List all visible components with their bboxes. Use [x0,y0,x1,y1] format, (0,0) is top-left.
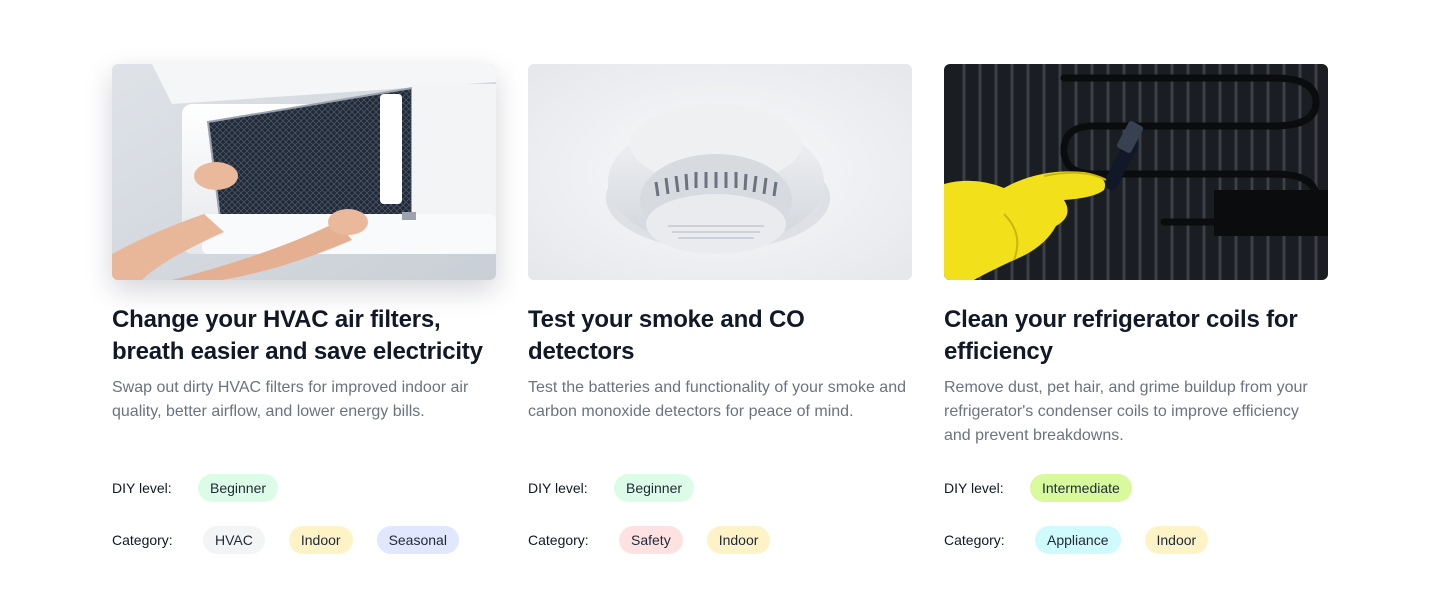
task-card-smoke-detector[interactable]: Test your smoke and CO detectors Test th… [528,64,912,554]
category-tag[interactable]: Indoor [706,526,771,554]
card-description: Remove dust, pet hair, and grime buildup… [944,379,1308,444]
category-tag[interactable]: Safety [619,526,683,554]
hvac-filter-image[interactable] [112,64,496,280]
category-row: Category: HVAC Indoor Seasonal [112,526,496,554]
category-tag[interactable]: Indoor [288,526,353,554]
category-label: Category: [944,532,1005,548]
category-label: Category: [112,532,173,548]
task-card-hvac[interactable]: Change your HVAC air filters, breath eas… [112,64,496,554]
diy-level-row: DIY level: Beginner [112,474,496,502]
diy-level-badge: Beginner [614,474,695,502]
card-title: Clean your refrigerator coils for effici… [944,306,1298,365]
category-tag[interactable]: Indoor [1144,526,1209,554]
card-description: Test the batteries and functionality of … [528,379,906,420]
card-title: Test your smoke and CO detectors [528,306,805,365]
category-tag[interactable]: Seasonal [376,526,459,554]
smoke-detector-image[interactable] [528,64,912,280]
category-row: Category: Safety Indoor [528,526,912,554]
task-card-list: Change your HVAC air filters, breath eas… [112,64,1328,554]
card-title: Change your HVAC air filters, breath eas… [112,306,483,365]
category-row: Category: Appliance Indoor [944,526,1328,554]
card-description: Swap out dirty HVAC filters for improved… [112,379,469,420]
category-label: Category: [528,532,589,548]
diy-level-label: DIY level: [528,480,588,496]
diy-level-badge: Beginner [198,474,279,502]
diy-level-label: DIY level: [944,480,1004,496]
refrigerator-coils-image[interactable] [944,64,1328,280]
category-tag[interactable]: Appliance [1035,526,1121,554]
diy-level-row: DIY level: Beginner [528,474,912,502]
category-tag[interactable]: HVAC [203,526,265,554]
diy-level-label: DIY level: [112,480,172,496]
diy-level-badge: Intermediate [1030,474,1132,502]
diy-level-row: DIY level: Intermediate [944,474,1328,502]
task-card-refrigerator-coils[interactable]: Clean your refrigerator coils for effici… [944,64,1328,554]
